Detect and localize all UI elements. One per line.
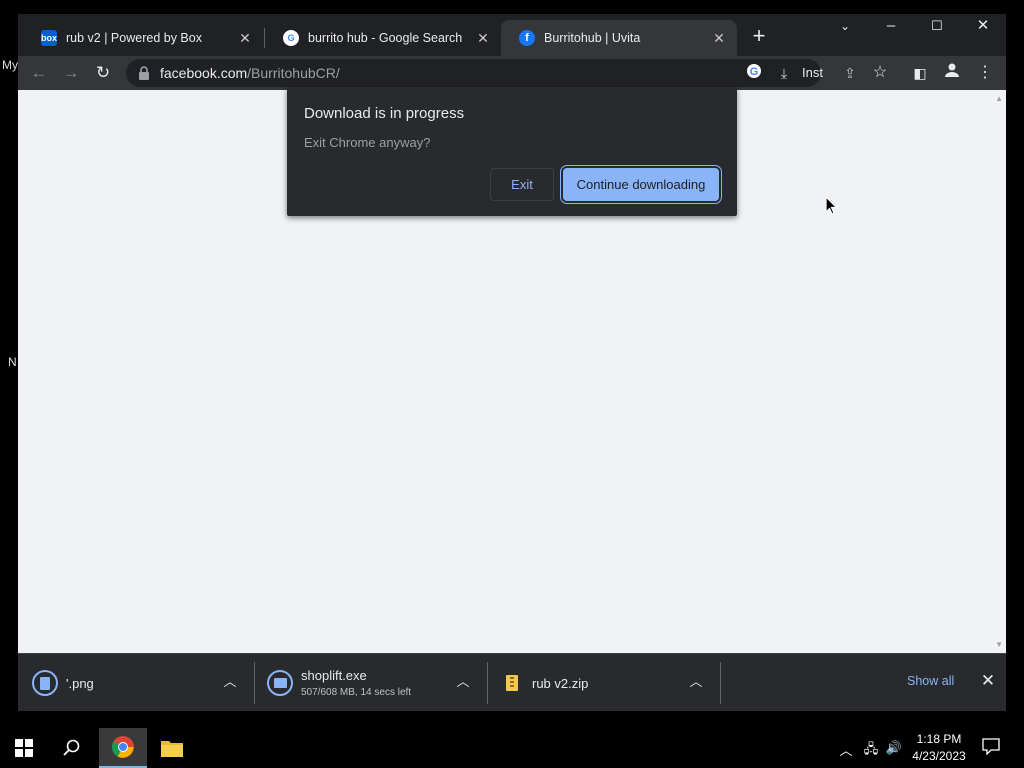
download-shelf: '.png ︿ shoplift.exe 507/608 MB, 14 secs…	[18, 653, 1006, 711]
clock-time: 1:18 PM	[916, 732, 962, 746]
facebook-icon: f	[519, 30, 535, 46]
exit-download-dialog: Download is in progress Exit Chrome anyw…	[287, 87, 737, 216]
download-name: '.png	[66, 675, 94, 691]
download-name: shoplift.exe	[301, 668, 367, 683]
menu-kebab-icon[interactable]: ⋮	[972, 61, 998, 85]
chrome-window: box rub v2 | Powered by Box ✕ G burrito …	[18, 14, 1006, 711]
continue-downloading-button[interactable]: Continue downloading	[563, 168, 719, 201]
close-icon[interactable]: ✕	[711, 30, 727, 46]
tab-title: Burritohub | Uvita	[544, 31, 641, 45]
network-icon[interactable]: 🖧	[861, 740, 881, 762]
taskbar-chrome[interactable]	[99, 728, 147, 768]
download-item[interactable]: rub v2.zip	[488, 654, 720, 712]
mouse-cursor-icon	[825, 196, 838, 215]
chevron-up-icon[interactable]: ︿	[222, 674, 238, 690]
folder-icon	[161, 741, 183, 757]
download-status: 507/608 MB, 14 secs left	[301, 687, 412, 698]
minimize-icon[interactable]: –	[868, 14, 914, 40]
url-path: /BurritohubCR/	[247, 65, 340, 81]
dialog-title: Download is in progress	[304, 105, 465, 122]
install-icon[interactable]: ⤓	[774, 63, 794, 83]
taskbar: ︿ 🖧 🔊 1:18 PM 4/23/2023	[0, 728, 1024, 768]
tab-title: burrito hub - Google Search	[308, 31, 463, 45]
scroll-down-arrow-icon[interactable]: ▼	[995, 640, 1003, 649]
scroll-up-arrow-icon[interactable]: ▲	[995, 94, 1003, 103]
reload-icon[interactable]: ↻	[90, 61, 116, 85]
notification-icon[interactable]	[981, 738, 1001, 758]
tray-overflow-chevron-icon[interactable]: ︿	[836, 740, 856, 759]
chevron-up-icon[interactable]: ︿	[688, 674, 704, 690]
search-button[interactable]	[48, 728, 96, 768]
close-icon[interactable]: ✕	[475, 30, 491, 46]
forward-icon[interactable]: →	[58, 61, 84, 85]
download-item[interactable]: '.png	[18, 654, 254, 712]
google-lens-icon[interactable]: G	[744, 63, 764, 83]
chrome-icon	[112, 736, 134, 758]
maximize-icon[interactable]: ☐	[914, 14, 960, 40]
side-panel-icon[interactable]: ◧	[907, 61, 933, 85]
chevron-up-icon[interactable]: ︿	[455, 674, 471, 690]
toolbar: ← → ↻ facebook.com/BurritohubCR/ G ⤓ Ins…	[18, 56, 1006, 90]
exit-button[interactable]: Exit	[490, 168, 554, 201]
box-icon: box	[41, 30, 57, 46]
google-icon: G	[283, 30, 299, 46]
exe-file-icon	[267, 670, 293, 696]
clock-date: 4/23/2023	[912, 749, 966, 763]
show-all-button[interactable]: Show all	[907, 674, 954, 688]
clock[interactable]: 1:18 PM 4/23/2023	[906, 731, 972, 765]
url-domain: facebook.com	[160, 65, 248, 81]
divider	[720, 662, 721, 704]
tab-strip: box rub v2 | Powered by Box ✕ G burrito …	[18, 14, 1006, 56]
image-file-icon	[32, 670, 58, 696]
windows-logo-icon	[15, 739, 33, 757]
address-bar[interactable]: facebook.com/BurritohubCR/ G ⤓ Inst	[126, 59, 823, 87]
back-icon[interactable]: ←	[26, 61, 52, 85]
desktop-icon-label[interactable]: N	[8, 355, 17, 369]
close-window-icon[interactable]: ✕	[960, 14, 1006, 40]
start-button[interactable]	[0, 728, 48, 768]
bookmark-star-icon[interactable]: ☆	[867, 61, 893, 85]
tab-title: rub v2 | Powered by Box	[66, 31, 202, 45]
search-icon	[63, 739, 80, 756]
lock-icon	[139, 66, 149, 80]
install-label[interactable]: Inst	[802, 65, 823, 80]
tab-facebook[interactable]: f Burritohub | Uvita ✕	[501, 20, 737, 56]
desktop-icon-label[interactable]: My	[2, 58, 18, 72]
tab-box[interactable]: box rub v2 | Powered by Box ✕	[23, 20, 263, 56]
zip-file-icon	[506, 675, 518, 691]
dialog-message: Exit Chrome anyway?	[304, 135, 431, 150]
download-name: rub v2.zip	[532, 675, 589, 691]
share-icon[interactable]: ⇪	[837, 61, 863, 85]
download-item[interactable]: shoplift.exe 507/608 MB, 14 secs left	[253, 654, 487, 712]
tab-search-chevron-icon[interactable]: ⌄	[822, 14, 868, 40]
close-shelf-icon[interactable]: ✕	[979, 671, 997, 691]
close-icon[interactable]: ✕	[237, 30, 253, 46]
svg-text:G: G	[750, 66, 759, 78]
new-tab-button[interactable]: +	[748, 25, 770, 48]
url-text: facebook.com/BurritohubCR/	[160, 65, 340, 81]
tab-google-search[interactable]: G burrito hub - Google Search ✕	[265, 20, 501, 56]
profile-icon[interactable]	[939, 61, 965, 85]
volume-icon[interactable]: 🔊	[884, 740, 904, 756]
taskbar-file-explorer[interactable]	[148, 728, 196, 768]
